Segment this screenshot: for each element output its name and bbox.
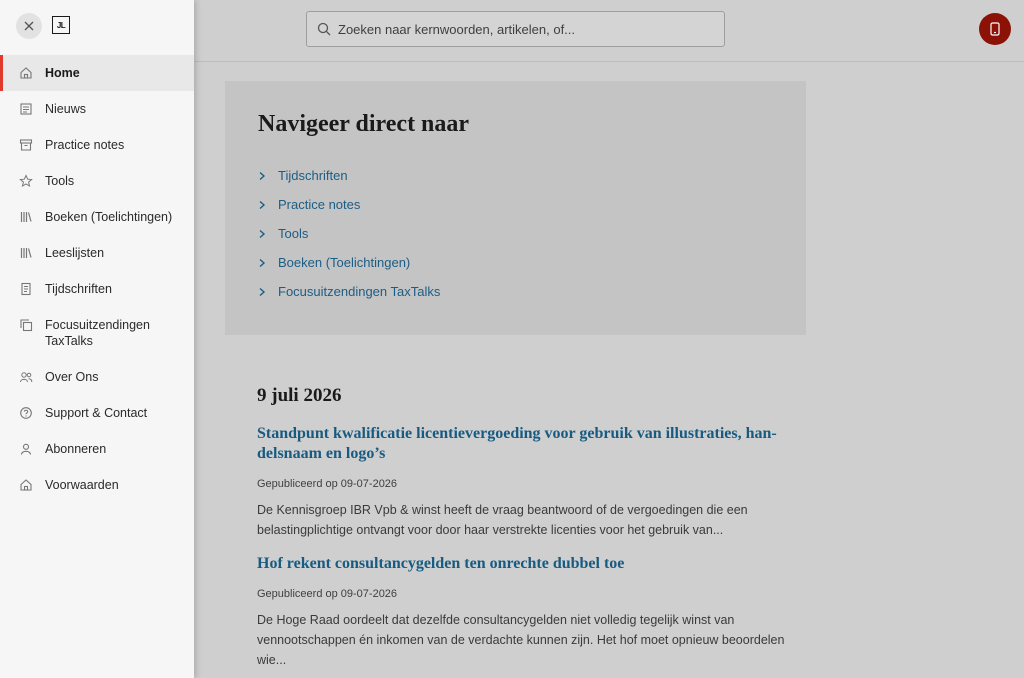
search-box[interactable] <box>306 11 725 47</box>
quick-link-label: Boeken (Toelichtingen) <box>278 255 411 270</box>
menu-item-home[interactable]: Home <box>0 55 194 91</box>
menu-item-label: Tools <box>45 174 75 188</box>
menu-item-support[interactable]: Support & Contact <box>0 395 194 431</box>
menu-item-label: Support & Contact <box>45 406 148 420</box>
user-icon <box>20 443 32 455</box>
books-icon <box>20 212 32 222</box>
chevron-right-icon <box>259 200 266 209</box>
home-icon <box>20 479 32 491</box>
menu-item-label: Practice notes <box>45 138 125 152</box>
menu-item-nieuws[interactable]: Nieuws <box>0 91 194 127</box>
quick-link[interactable]: Tijdschriften <box>258 161 440 190</box>
article-publish-date: Gepubliceerd op 09-07-2026 <box>257 588 398 600</box>
search-input[interactable] <box>338 21 708 37</box>
search-icon <box>317 22 331 36</box>
menu-item-label: Nieuws <box>45 102 86 116</box>
copy-icon <box>20 319 33 332</box>
chevron-right-icon <box>259 287 266 296</box>
quick-link[interactable]: Focusuitzendingen TaxTalks <box>258 277 440 306</box>
document-icon <box>21 282 31 296</box>
news-article: Standpunt kwalificatie licentievergoedin… <box>257 424 797 540</box>
menu-item-focusuitzendingen[interactable]: Focusuitzendingen TaxTalks <box>0 307 194 359</box>
books-icon <box>20 248 32 258</box>
article-excerpt: De Kennisgroep IBR Vpb & winst heeft de … <box>257 503 748 537</box>
menu-item-label: Voorwaarden <box>45 478 119 492</box>
newspaper-icon <box>20 103 32 115</box>
menu-item-practice-notes[interactable]: Practice notes <box>0 127 194 163</box>
users-icon <box>20 372 33 383</box>
quick-link[interactable]: Boeken (Toelichtingen) <box>258 248 440 277</box>
quick-link-label: Practice notes <box>278 197 361 212</box>
menu-item-label: Home <box>45 66 80 80</box>
menu-item-label: Boeken (Toelichtingen) <box>45 210 173 224</box>
chevron-right-icon <box>259 229 266 238</box>
close-icon <box>24 21 34 31</box>
quick-navigation-panel: Navigeer direct naar Tijdschriften Pract… <box>225 81 806 335</box>
menu-item-label: Abonneren <box>45 442 107 456</box>
archive-icon <box>19 139 33 151</box>
article-excerpt: De Hoge Raad oordeelt dat dezelfde consu… <box>257 613 785 667</box>
home-icon <box>20 67 32 79</box>
chevron-right-icon <box>259 258 266 267</box>
menu-item-label: Over Ons <box>45 370 99 384</box>
menu-item-over-ons[interactable]: Over Ons <box>0 359 194 395</box>
help-icon <box>20 407 32 419</box>
quick-link[interactable]: Practice notes <box>258 190 440 219</box>
menu-item-voorwaarden[interactable]: Voorwaarden <box>0 467 194 503</box>
menu-item-label: Tijdschriften <box>45 282 112 296</box>
device-icon <box>990 22 1000 36</box>
news-date-heading: 9 juli 2026 <box>257 385 342 406</box>
news-section: 9 juli 2026 Standpunt kwalificatie licen… <box>257 385 797 678</box>
star-icon <box>19 174 33 188</box>
quick-navigation-title: Navigeer direct naar <box>258 111 470 137</box>
article-title-link[interactable]: Hof rekent consultancygelden ten onrecht… <box>257 554 797 574</box>
menu-item-label: Focusuitzendingen TaxTalks <box>45 318 150 348</box>
close-drawer-button[interactable] <box>16 13 42 39</box>
site-logo[interactable]: JL <box>52 16 70 34</box>
news-article: Hof rekent consultancygelden ten onrecht… <box>257 554 797 670</box>
quick-navigation-links: Tijdschriften Practice notes Tools Boeke… <box>258 161 440 306</box>
menu-item-label: Leeslijsten <box>45 246 105 260</box>
menu-item-leeslijsten[interactable]: Leeslijsten <box>0 235 194 271</box>
side-drawer: JL Home Nieuws Practice notes Tools Boek… <box>0 0 194 678</box>
quick-link-label: Tijdschriften <box>278 168 348 183</box>
menu-item-tools[interactable]: Tools <box>0 163 194 199</box>
menu-item-tijdschriften[interactable]: Tijdschriften <box>0 271 194 307</box>
menu-item-abonneren[interactable]: Abonneren <box>0 431 194 467</box>
quick-link-label: Tools <box>278 226 309 241</box>
article-title-link[interactable]: Standpunt kwalificatie licentievergoedin… <box>257 424 797 464</box>
menu-item-boeken[interactable]: Boeken (Toelichtingen) <box>0 199 194 235</box>
drawer-menu: Home Nieuws Practice notes Tools Boeken … <box>0 55 194 503</box>
article-publish-date: Gepubliceerd op 09-07-2026 <box>257 478 398 490</box>
quick-link-label: Focusuitzendingen TaxTalks <box>278 284 441 299</box>
quick-link[interactable]: Tools <box>258 219 440 248</box>
chevron-right-icon <box>259 171 266 180</box>
user-account-button[interactable] <box>979 13 1011 45</box>
